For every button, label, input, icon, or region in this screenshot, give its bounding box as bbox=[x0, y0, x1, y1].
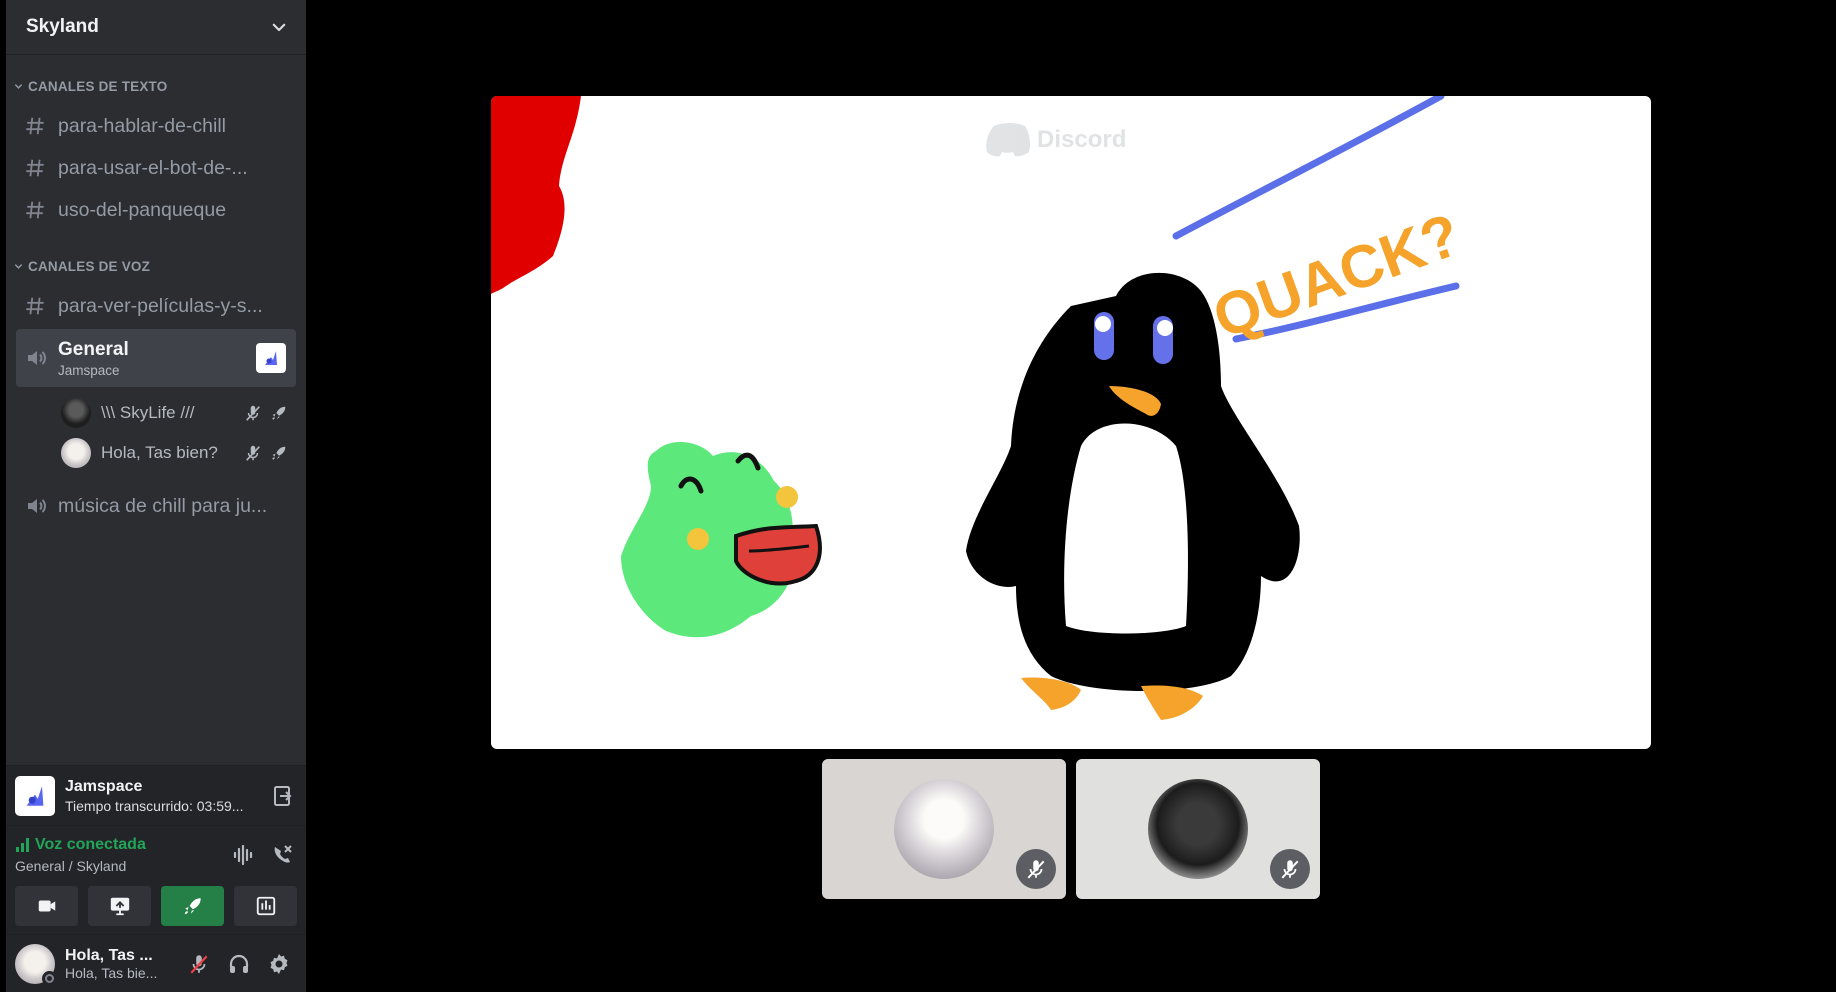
rocket-icon bbox=[184, 898, 201, 915]
channel-text-2[interactable]: uso-del-panqueque bbox=[16, 189, 296, 231]
jamspace-icon bbox=[265, 351, 277, 365]
mic-muted-icon bbox=[1027, 860, 1045, 879]
activity-name: Jamspace bbox=[65, 777, 143, 795]
frog-drawing bbox=[621, 441, 822, 638]
participant-avatar bbox=[894, 779, 994, 879]
hash-icon bbox=[26, 159, 44, 177]
jamspace-logo bbox=[15, 775, 55, 816]
mic-muted-icon bbox=[246, 445, 260, 461]
speaker-icon bbox=[28, 351, 46, 365]
user-panel: Hola, Tas ... Hola, Tas bie... bbox=[6, 934, 306, 992]
channel-name: uso-del-panqueque bbox=[58, 198, 227, 221]
screen-share-icon bbox=[110, 897, 129, 916]
screen-share-button[interactable] bbox=[88, 886, 151, 926]
channel-name: para-usar-el-bot-de-... bbox=[58, 156, 248, 179]
leave-activity-icon[interactable] bbox=[272, 785, 294, 807]
participant-tile-1[interactable] bbox=[1076, 759, 1320, 899]
camera-button[interactable] bbox=[15, 886, 78, 926]
category-label: CANALES DE TEXTO bbox=[28, 78, 168, 94]
camera-icon bbox=[38, 900, 55, 912]
whiteboard-canvas[interactable]: QUACK? Discord bbox=[491, 96, 1651, 749]
avatar bbox=[61, 438, 91, 468]
disconnect-icon bbox=[274, 845, 292, 863]
mute-button[interactable] bbox=[182, 947, 216, 981]
channel-sidebar: Skyland CANALES DE TEXTO para-hablar-de-… bbox=[6, 0, 306, 992]
channel-activity: Jamspace bbox=[58, 362, 120, 378]
chevron-down-icon bbox=[14, 83, 23, 89]
hash-icon bbox=[26, 117, 44, 135]
channel-voice-0[interactable]: para-ver-películas-y-s... bbox=[16, 285, 296, 327]
mic-muted-icon bbox=[1281, 860, 1299, 879]
channel-voice-general[interactable]: General Jamspace bbox=[16, 329, 296, 387]
user-avatar[interactable] bbox=[15, 943, 57, 986]
activity-launch-button[interactable] bbox=[256, 343, 286, 373]
participant-tile-0[interactable] bbox=[822, 759, 1066, 899]
settings-button[interactable] bbox=[262, 947, 296, 981]
mic-muted-icon bbox=[246, 405, 260, 421]
avatar bbox=[61, 398, 91, 428]
signal-icon bbox=[16, 838, 29, 852]
voice-user-0[interactable]: \\\ SkyLife /// bbox=[6, 393, 306, 433]
deafen-button[interactable] bbox=[222, 947, 256, 981]
hash-icon bbox=[26, 201, 44, 219]
channel-name: música de chill para ju... bbox=[58, 494, 268, 517]
participant-muted-indicator bbox=[1270, 849, 1310, 889]
channel-list: CANALES DE TEXTO para-hablar-de-chill pa… bbox=[6, 55, 306, 765]
channel-text-0[interactable]: para-hablar-de-chill bbox=[16, 105, 296, 147]
category-label: CANALES DE VOZ bbox=[28, 258, 151, 274]
gear-icon bbox=[270, 953, 288, 974]
category-text-channels[interactable]: CANALES DE TEXTO bbox=[6, 69, 306, 103]
status-indicator bbox=[42, 970, 57, 986]
waveform-icon bbox=[233, 844, 253, 866]
user-display-name: Hola, Tas ... bbox=[65, 946, 153, 964]
server-header[interactable]: Skyland bbox=[6, 0, 306, 55]
discord-watermark: Discord bbox=[986, 123, 1126, 157]
channel-voice-music[interactable]: música de chill para ju... bbox=[16, 485, 296, 527]
channel-name: General bbox=[58, 338, 129, 360]
participant-avatar bbox=[1148, 779, 1248, 879]
category-voice-channels[interactable]: CANALES DE VOZ bbox=[6, 249, 306, 283]
jamspace-icon bbox=[26, 785, 44, 806]
activity-button[interactable] bbox=[161, 886, 224, 926]
activity-panel: Jamspace Tiempo transcurrido: 03:59... bbox=[6, 765, 306, 825]
voice-user-1[interactable]: Hola, Tas bien? bbox=[6, 433, 306, 473]
watermark-text: Discord bbox=[1037, 126, 1126, 153]
channel-text-1[interactable]: para-usar-el-bot-de-... bbox=[16, 147, 296, 189]
disconnect-button[interactable] bbox=[267, 840, 297, 870]
channel-name: para-hablar-de-chill bbox=[58, 114, 226, 137]
rocket-icon bbox=[272, 406, 286, 420]
channel-name: para-ver-películas-y-s... bbox=[58, 294, 263, 317]
voice-connection-panel: Voz conectada General / Skyland bbox=[6, 825, 306, 934]
chevron-down-icon bbox=[14, 263, 23, 269]
soundboard-icon bbox=[256, 896, 275, 916]
drawing: QUACK? Discord bbox=[491, 96, 1469, 720]
noise-suppression-button[interactable] bbox=[229, 840, 259, 870]
headphones-icon bbox=[229, 954, 249, 973]
activity-stage: QUACK? Discord bbox=[306, 0, 1836, 992]
soundboard-button[interactable] bbox=[234, 886, 297, 926]
user-username: Hola, Tas bie... bbox=[65, 964, 158, 981]
rocket-icon bbox=[272, 446, 286, 460]
participant-muted-indicator bbox=[1016, 849, 1056, 889]
voice-status-label[interactable]: Voz conectada bbox=[35, 836, 146, 854]
server-name: Skyland bbox=[26, 16, 99, 37]
quack-text: QUACK? bbox=[1205, 200, 1469, 351]
voice-user-name: Hola, Tas bien? bbox=[101, 443, 218, 462]
mic-muted-icon bbox=[190, 954, 208, 974]
speaker-icon bbox=[28, 499, 46, 513]
activity-elapsed: Tiempo transcurrido: 03:59... bbox=[65, 797, 244, 814]
hash-icon bbox=[26, 297, 44, 315]
chevron-down-icon bbox=[272, 23, 286, 32]
voice-location: General / Skyland bbox=[15, 858, 127, 874]
voice-user-name: \\\ SkyLife /// bbox=[101, 403, 195, 422]
